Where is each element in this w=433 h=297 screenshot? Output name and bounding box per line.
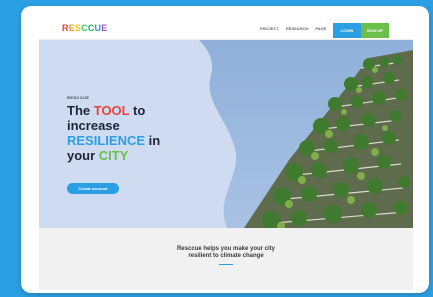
signup-button[interactable]: SIGN UP	[361, 23, 389, 38]
nav-item-page[interactable]: PAGE	[315, 26, 326, 31]
hero-section: RESCCUE The TOOL to increase RESILIENCE …	[39, 40, 413, 228]
headline-highlight-tool: TOOL	[93, 103, 130, 118]
site-header: RESCCUE PROJECT RESEARCH PAGE LOGIN SIGN…	[39, 18, 413, 40]
logo-letter: C	[81, 23, 88, 33]
headline-line-2: increase	[67, 118, 120, 133]
headline-text: The	[67, 103, 94, 118]
headline-highlight-resilience: RESILIENCE	[67, 133, 146, 148]
logo-letter: R	[62, 23, 69, 33]
nav-item-project[interactable]: PROJECT	[260, 26, 279, 31]
create-account-button[interactable]: Create account	[67, 183, 119, 194]
tagline-line-2: resilient to climate change	[188, 253, 264, 259]
headline-line-4: your CITY	[67, 148, 197, 163]
headline-highlight-city: CITY	[98, 148, 129, 163]
headline-text: to	[129, 103, 146, 118]
logo-letter: C	[87, 23, 95, 33]
logo-letter: E	[101, 23, 108, 33]
section-tagline: Resccue helps you make your city resilie…	[39, 246, 413, 260]
tagline-line-1: Resccue helps you make your city	[176, 246, 276, 252]
resccue-logo[interactable]: RESCCUE	[62, 23, 107, 33]
logo-letter: U	[94, 23, 102, 33]
website-screen: RESCCUE PROJECT RESEARCH PAGE LOGIN SIGN…	[39, 18, 413, 290]
login-button[interactable]: LOGIN	[333, 23, 361, 38]
headline-text: in	[145, 133, 161, 148]
headline-line-1: The TOOL to	[67, 103, 197, 118]
headline-line-3: RESILIENCE in	[67, 133, 197, 148]
hero-headline: The TOOL to increase RESILIENCE in your …	[67, 103, 197, 163]
hero-eyebrow: RESCCUE	[67, 95, 90, 100]
tagline-underline	[219, 264, 233, 265]
headline-text: your	[67, 148, 99, 163]
nav-item-research[interactable]: RESEARCH	[286, 26, 308, 31]
tablet-frame: RESCCUE PROJECT RESEARCH PAGE LOGIN SIGN…	[21, 6, 429, 293]
main-nav: PROJECT RESEARCH PAGE	[260, 26, 326, 31]
